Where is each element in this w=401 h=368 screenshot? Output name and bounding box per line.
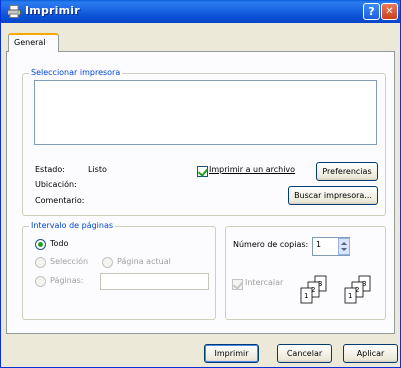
spin-down-icon[interactable] [341, 248, 347, 251]
svg-text:1: 1 [348, 292, 352, 300]
printer-icon [7, 5, 21, 18]
print-button[interactable]: Imprimir [204, 344, 259, 363]
pages-input[interactable] [100, 273, 209, 290]
comment-label: Comentario: [35, 196, 85, 205]
cancel-button[interactable]: Cancelar [277, 344, 332, 363]
location-label: Ubicación: [35, 180, 77, 189]
tab-general[interactable]: General [8, 33, 59, 52]
page-range-current-page-radio[interactable] [102, 257, 113, 268]
find-printer-button[interactable]: Buscar impresora... [288, 186, 378, 205]
print-to-file-checkbox[interactable] [197, 166, 208, 177]
page-range-all-radio[interactable] [35, 239, 46, 250]
page-range-all-label[interactable]: Todo [50, 239, 68, 248]
spin-up-icon[interactable] [341, 242, 347, 245]
close-button[interactable]: ✕ [381, 3, 398, 20]
page-range-legend: Intervalo de páginas [29, 221, 116, 230]
copies-label: Número de copias: [233, 240, 309, 249]
collate-label: Intercalar [245, 278, 284, 287]
collate-checkbox[interactable] [232, 279, 243, 290]
preferences-button[interactable]: Preferencias [316, 162, 378, 181]
page-range-pages-label: Páginas: [50, 276, 84, 285]
page-range-selection-label: Selección [50, 257, 89, 266]
print-dialog: Imprimir ? ✕ General Seleccionar impreso… [0, 0, 401, 368]
page-range-selection-radio[interactable] [35, 257, 46, 268]
page-range-current-page-label: Página actual [117, 257, 171, 266]
help-button[interactable]: ? [363, 3, 380, 20]
window-title: Imprimir [25, 4, 80, 17]
page-range-pages-radio[interactable] [35, 276, 46, 287]
svg-text:1: 1 [304, 292, 308, 300]
printer-list[interactable] [34, 80, 377, 145]
title-bar[interactable]: Imprimir ? ✕ [1, 0, 400, 23]
apply-button[interactable]: Aplicar [343, 344, 398, 363]
print-to-file-label[interactable]: Imprimir a un archivo [209, 165, 295, 174]
collate-pages-icon: 3 2 1 3 2 1 [300, 275, 371, 304]
status-label: Estado: [35, 165, 65, 174]
copies-spinner[interactable] [338, 238, 350, 255]
status-value: Listo [88, 165, 107, 174]
select-printer-legend: Seleccionar impresora [29, 68, 123, 77]
